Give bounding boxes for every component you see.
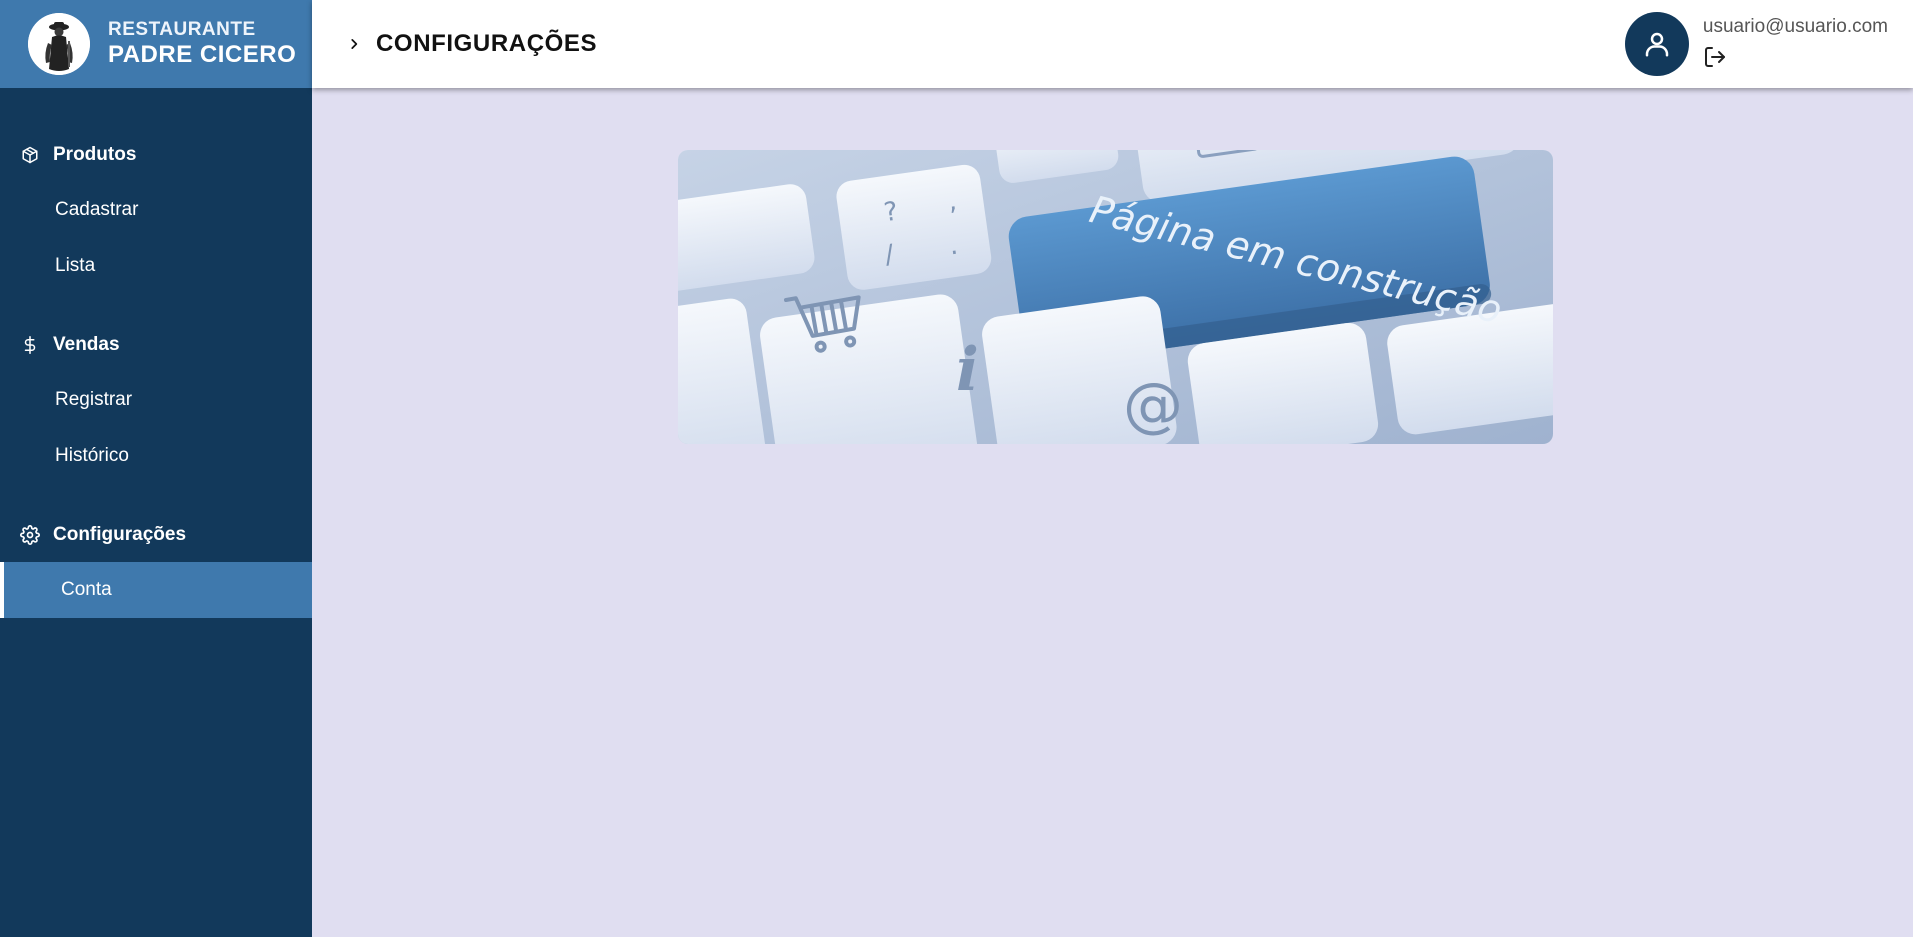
nav-group-header-vendas[interactable]: Vendas [0,318,312,372]
nav-group-header-configuracoes[interactable]: Configurações [0,508,312,562]
at-sign-icon: @ [1123,370,1183,440]
nav-group-label: Configurações [53,524,187,545]
brand-header[interactable]: RESTAURANTE PADRE CICERO [0,0,312,88]
nav-group-configuracoes: Configurações Conta [0,508,312,618]
priest-silhouette-icon [28,13,90,75]
user-menu: usuario@usuario.com [1624,12,1888,76]
info-icon: i [956,335,979,405]
sidebar: RESTAURANTE PADRE CICERO Produtos Cadast… [0,0,312,937]
nav-group-vendas: Vendas Registrar Histórico [0,318,312,484]
box-icon [20,145,40,165]
sidebar-nav: Produtos Cadastrar Lista Vendas Registra… [0,88,312,618]
brand-name-line1: RESTAURANTE [108,19,256,41]
nav-group-label: Produtos [53,144,137,165]
dollar-icon [20,335,40,355]
user-icon[interactable] [1624,12,1689,76]
brand-name-line2: PADRE CICERO [108,41,297,69]
page-title: CONFIGURAÇÕES [376,30,598,57]
sidebar-item-lista[interactable]: Lista [0,238,312,294]
nav-group-label: Vendas [53,334,120,355]
gear-icon [20,525,40,545]
sidebar-item-historico[interactable]: Histórico [0,428,312,484]
sidebar-item-cadastrar[interactable]: Cadastrar [0,182,312,238]
top-header: CONFIGURAÇÕES usuario@usuario.com [312,0,1913,88]
nav-group-produtos: Produtos Cadastrar Lista [0,128,312,294]
sidebar-item-registrar[interactable]: Registrar [0,372,312,428]
chevron-right-icon [346,36,362,52]
sidebar-item-conta[interactable]: Conta [0,562,312,618]
nav-group-header-produtos[interactable]: Produtos [0,128,312,182]
under-construction-banner: ? , / . Página em construção i @ [678,150,1553,444]
logout-icon[interactable] [1703,44,1729,70]
user-email: usuario@usuario.com [1702,16,1888,37]
